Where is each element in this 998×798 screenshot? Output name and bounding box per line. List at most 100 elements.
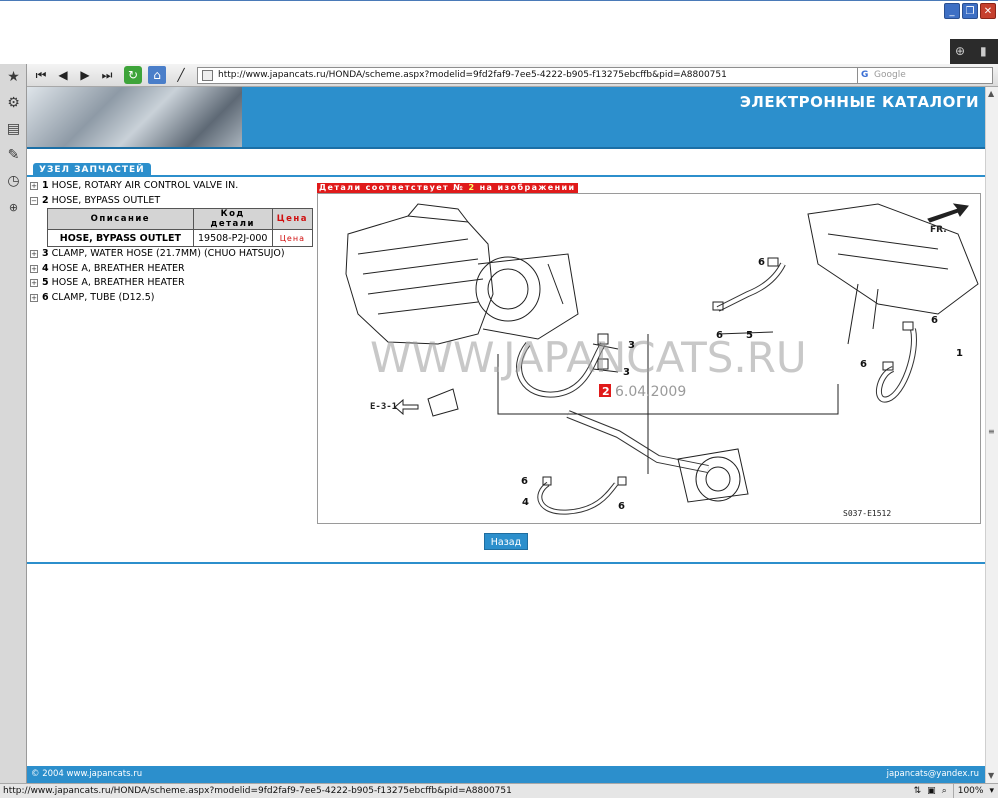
back-button[interactable]: Назад [484,533,528,550]
part-number: 1 [42,180,49,191]
address-bar[interactable]: http://www.japancats.ru/HONDA/scheme.asp… [197,67,879,84]
description-header: Описание [47,208,194,230]
ref-label: E-3-1 [370,402,397,412]
part-item-5[interactable]: + 5 HOSE A, BREATHER HEATER [29,276,313,291]
parts-diagram[interactable]: WWW.JAPANCATS.RU 2 6.04.2009 E-3-1 FR. S… [317,193,981,524]
part-name: HOSE, BYPASS OUTLET [51,194,161,206]
search-zoom-icon[interactable]: ⌕ [942,784,947,798]
camera-icon[interactable]: ▣ [927,784,936,798]
browser-toolbar: ⏮ ◀ ▶ ⏭ ↻ ⌂ ╱ http://www.japancats.ru/HO… [27,64,998,87]
scroll-grip-icon[interactable]: ≡ [988,427,995,436]
gear-icon[interactable]: ⚙ [4,94,23,113]
back-arrow-icon[interactable]: ◀ [54,66,72,84]
scroll-up-icon[interactable]: ▲ [988,89,994,98]
note-number: 2 [468,183,476,192]
note-text-before: Детали соответствует № [319,183,465,192]
diagram-drawing: WWW.JAPANCATS.RU 2 6.04.2009 E-3-1 FR. S… [345,203,979,518]
part-name: HOSE A, BREATHER HEATER [51,262,185,274]
close-icon[interactable]: ✕ [980,3,996,19]
callout-6: 6 [931,315,938,326]
rewind-icon[interactable]: ⏮ [32,66,50,84]
browser-window: _ ❐ ✕ ⊕ ▮ ★ ⚙ ▤ ✎ ◷ ⊕ ⏮ ◀ ▶ ⏭ ↻ ⌂ ╱ http… [0,0,998,798]
history-clock-icon[interactable]: ◷ [4,172,23,191]
price-link[interactable]: Цена [271,229,314,247]
table-header-row: Описание Код детали Цена [47,208,314,230]
home-icon[interactable]: ⌂ [148,66,166,84]
search-placeholder: Google [874,70,906,80]
scroll-down-icon[interactable]: ▼ [988,771,994,780]
vertical-scrollbar[interactable]: ▲ ≡ ▼ [985,87,998,783]
part-item-4[interactable]: + 4 HOSE A, BREATHER HEATER [29,262,313,277]
part-code-cell: 19508-P2J-000 [192,229,273,247]
note-text-after: на изображении [479,183,576,192]
expand-icon[interactable]: + [30,279,38,287]
diagram-code: S037-E1512 [843,509,891,518]
part-name: HOSE, ROTARY AIR CONTROL VALVE IN. [51,180,239,191]
trash-icon[interactable]: ▮ [980,44,987,58]
part-detail-table: Описание Код детали Цена HOSE, BYPASS OU… [47,208,314,247]
engine-parts-banner-image [27,87,242,147]
part-item-1[interactable]: + 1 HOSE, ROTARY AIR CONTROL VALVE IN. [29,179,313,194]
callout-3: 3 [628,340,635,351]
restore-icon[interactable]: ❐ [962,3,978,19]
parts-tree: + 1 HOSE, ROTARY AIR CONTROL VALVE IN. −… [29,179,314,306]
network-icon[interactable]: ⇅ [914,784,922,798]
part-name: CLAMP, TUBE (D12.5) [51,291,155,303]
fast-forward-icon[interactable]: ⏭ [98,66,116,84]
expand-icon[interactable]: + [30,264,38,273]
google-icon: G [861,70,869,80]
banner-title: ЭЛЕКТРОННЫЕ КАТАЛОГИ [739,93,979,111]
expand-icon[interactable]: + [30,293,38,302]
highlight-number: 2 [602,385,610,398]
zoom-level[interactable]: 100% [952,784,983,798]
expand-icon[interactable]: + [30,250,38,258]
zoom-dropdown-icon[interactable]: ▾ [989,784,994,798]
add-panel-icon[interactable]: ⊕ [4,198,23,217]
forward-arrow-icon[interactable]: ▶ [76,66,94,84]
status-bar: http://www.japancats.ru/HONDA/scheme.asp… [0,783,998,798]
tools-icon[interactable]: ✎ [4,146,23,165]
add-icon[interactable]: ⊕ [955,44,965,58]
contact-email-link[interactable]: japancats@yandex.ru [887,766,979,783]
diagram-note: Детали соответствует № 2 на изображении [317,183,578,193]
star-icon[interactable]: ★ [4,68,23,87]
watermark-text: WWW.JAPANCATS.RU [370,333,807,382]
code-header: Код детали [192,208,273,230]
part-number: 2 [42,194,49,206]
part-number: 3 [42,248,49,259]
window-icon[interactable]: ▤ [4,120,23,139]
callout-6: 6 [618,501,625,512]
callout-6: 6 [521,476,528,487]
callout-3: 3 [623,367,630,378]
banner-divider [27,147,985,149]
collapse-icon[interactable]: − [30,196,38,205]
expand-icon[interactable]: + [30,182,38,190]
callout-6: 6 [716,330,723,341]
diagram-date: 6.04.2009 [615,384,686,400]
window-controls: _ ❐ ✕ [944,3,996,19]
site-banner: ЭЛЕКТРОННЫЕ КАТАЛОГИ [27,87,985,147]
window-title-bar: _ ❐ ✕ ⊕ ▮ [0,0,998,65]
browser-sidebar: ★ ⚙ ▤ ✎ ◷ ⊕ [0,64,27,783]
part-item-2[interactable]: − 2 HOSE, BYPASS OUTLET [29,194,313,209]
callout-5: 5 [746,330,753,341]
address-url: http://www.japancats.ru/HONDA/scheme.asp… [218,70,727,80]
search-box[interactable]: G Google [857,67,993,84]
content-divider [27,562,985,564]
site-footer: © 2004 www.japancats.ru japancats@yandex… [27,766,985,783]
description-cell: HOSE, BYPASS OUTLET [47,229,194,247]
callout-6: 6 [860,359,867,370]
refresh-icon[interactable]: ↻ [124,66,142,84]
part-name: HOSE A, BREATHER HEATER [51,277,185,288]
part-number: 5 [42,277,49,288]
favicon-icon [202,70,213,81]
part-number: 4 [42,262,49,274]
edit-pen-icon[interactable]: ╱ [172,66,190,84]
status-url: http://www.japancats.ru/HONDA/scheme.asp… [3,786,512,796]
part-item-3[interactable]: + 3 CLAMP, WATER HOSE (21.7MM) (CHUO HAT… [29,247,313,262]
minimize-icon[interactable]: _ [944,3,960,19]
table-row: HOSE, BYPASS OUTLET 19508-P2J-000 Цена [47,229,314,247]
copyright-text: © 2004 www.japancats.ru [31,769,143,779]
part-item-6[interactable]: + 6 CLAMP, TUBE (D12.5) [29,291,313,306]
callout-1: 1 [956,348,963,359]
